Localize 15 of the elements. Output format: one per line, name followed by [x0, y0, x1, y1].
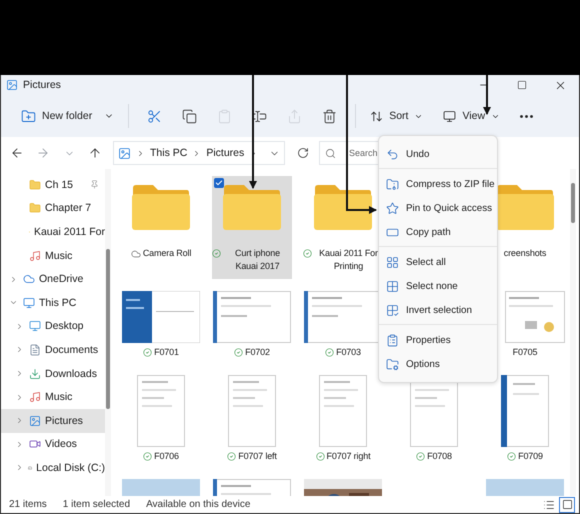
file-name: F0708: [394, 450, 474, 463]
file-name: F0709: [485, 450, 565, 463]
status-text: 1 item selected: [62, 499, 130, 510]
status-text: Available on this device: [146, 499, 250, 510]
file-name: F0707 left: [212, 450, 292, 463]
file-name: F0706: [121, 450, 201, 463]
window-title: Pictures: [23, 79, 61, 91]
file-name: creenshots: [502, 247, 548, 260]
file-name: F0705: [512, 346, 538, 359]
file-name: Curt iphone Kauai 2017: [212, 247, 292, 273]
file-name: F0701: [121, 346, 201, 359]
file-name: Camera Roll: [121, 247, 201, 260]
file-name: F0707 right: [303, 450, 383, 463]
status-text: 21 items: [9, 499, 47, 510]
file-name: F0702: [212, 346, 292, 359]
